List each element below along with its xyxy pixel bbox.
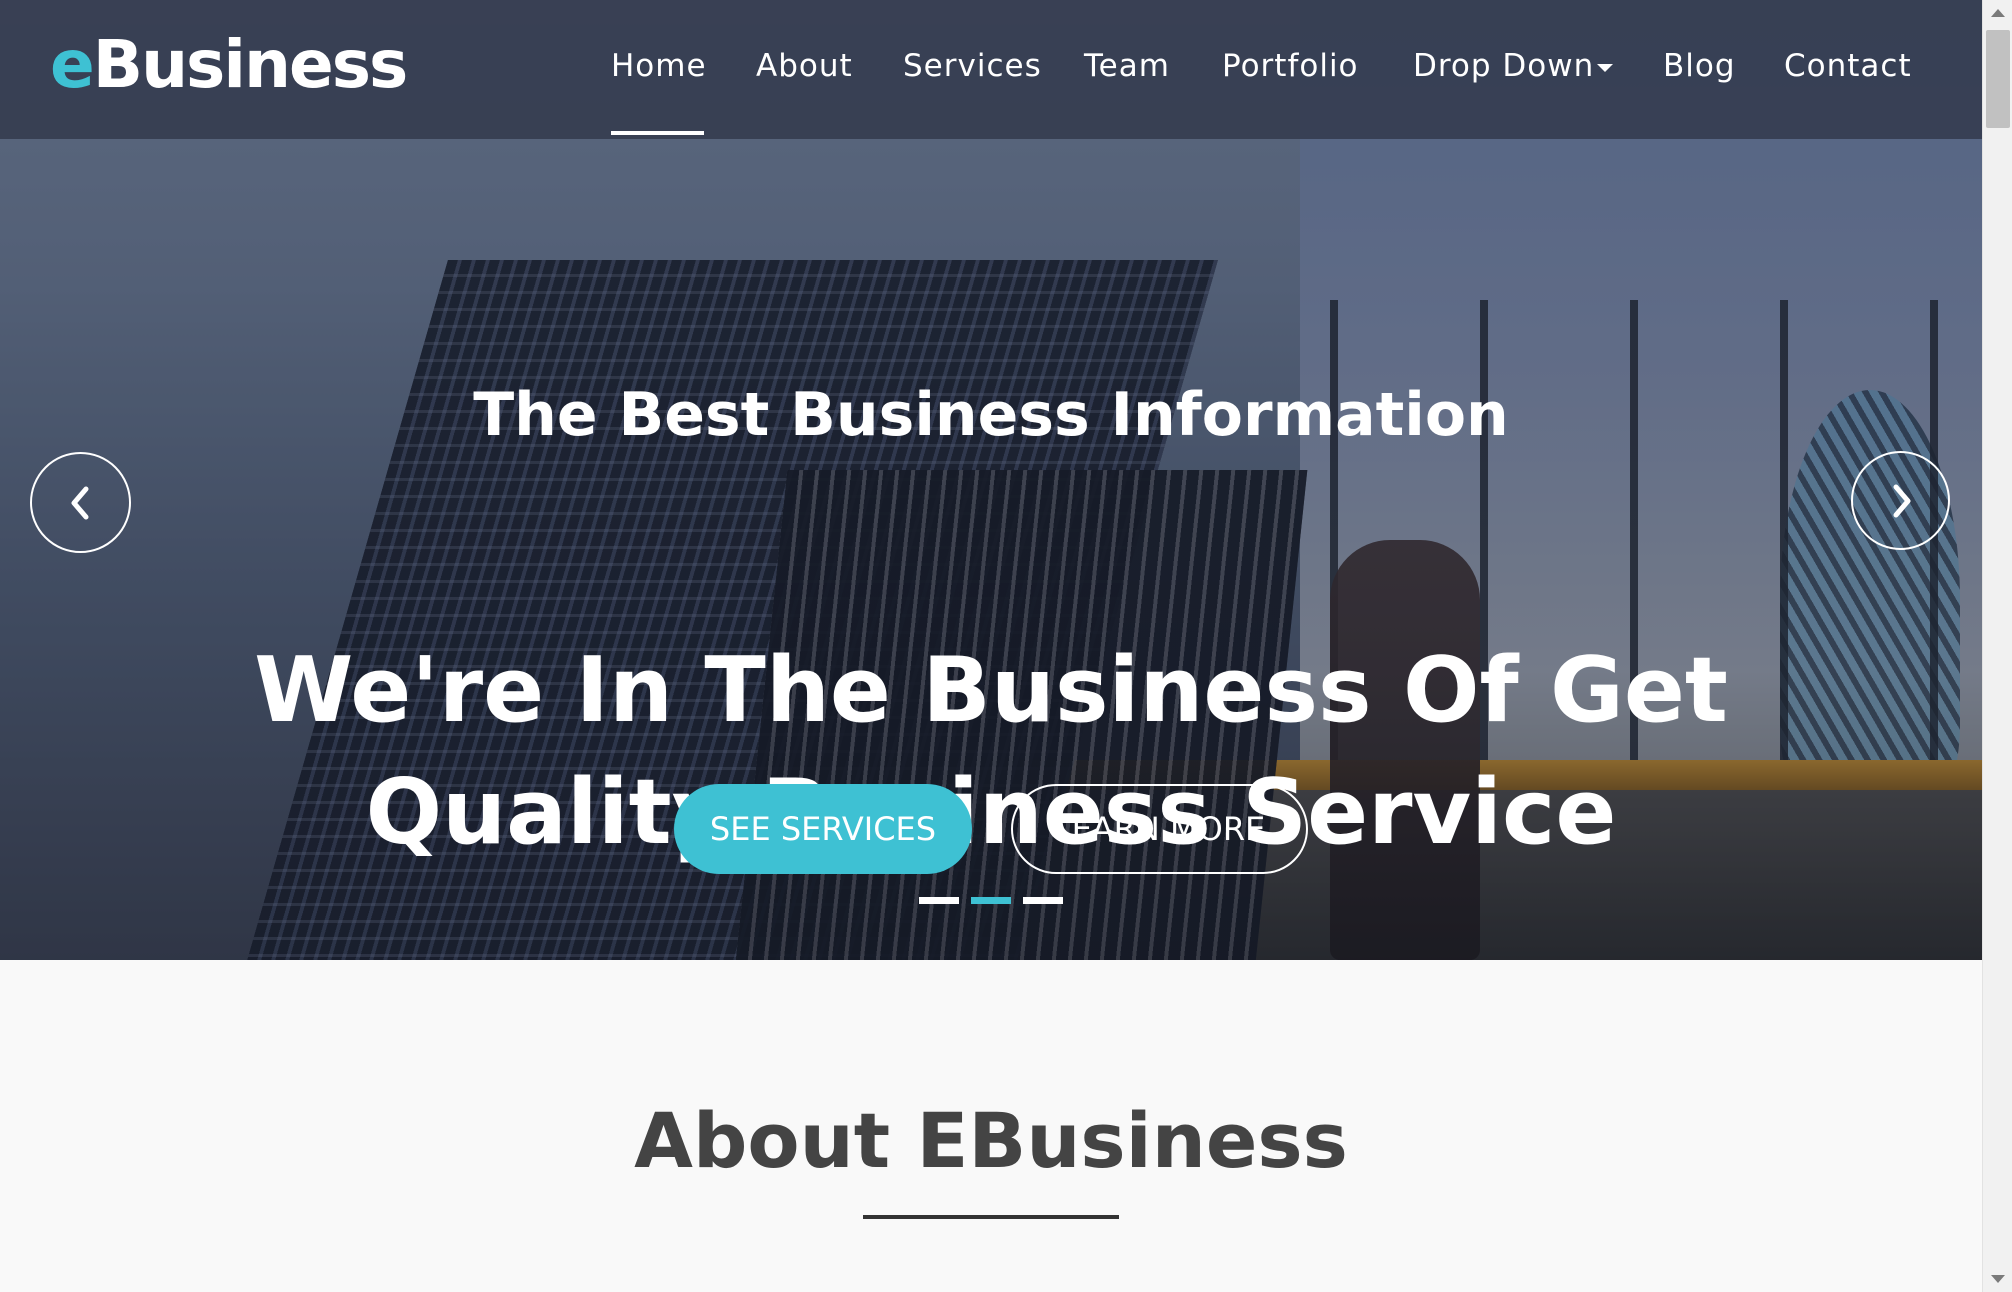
nav-blog[interactable]: Blog <box>1663 48 1736 84</box>
nav-drop-down[interactable]: Drop Down <box>1413 48 1614 84</box>
slider-prev-button[interactable] <box>30 452 131 553</box>
chevron-left-icon <box>71 486 88 519</box>
nav-about[interactable]: About <box>756 48 853 84</box>
scrollbar-thumb[interactable] <box>1986 30 2010 128</box>
scroll-down-arrow-icon[interactable] <box>1991 1275 2005 1283</box>
nav-contact[interactable]: Contact <box>1784 48 1912 84</box>
slide-indicator-1[interactable] <box>919 897 959 904</box>
caret-down-icon <box>1597 63 1614 72</box>
brand-logo-text: Business <box>92 26 409 103</box>
nav-home[interactable]: Home <box>611 48 707 84</box>
nav-drop-down-label: Drop Down <box>1413 48 1595 84</box>
vertical-scrollbar[interactable] <box>1982 0 2012 1292</box>
hero-slider: The Best Business Information LEARN MORE… <box>0 0 1982 960</box>
nav-services[interactable]: Services <box>903 48 1042 84</box>
navbar: eBusiness Home About Services Team Portf… <box>0 0 1982 139</box>
scroll-up-arrow-icon[interactable] <box>1991 9 2005 17</box>
see-services-button[interactable]: SEE SERVICES <box>674 784 972 874</box>
slider-indicators <box>919 897 1063 904</box>
page-viewport: The Best Business Information LEARN MORE… <box>0 0 1982 1292</box>
brand-logo[interactable]: eBusiness <box>50 26 409 103</box>
chevron-right-icon <box>1893 484 1910 517</box>
brand-logo-accent: e <box>50 26 95 103</box>
nav-team[interactable]: Team <box>1084 48 1170 84</box>
about-title: About EBusiness <box>634 1096 1348 1185</box>
nav-portfolio[interactable]: Portfolio <box>1222 48 1359 84</box>
slide-title: We're In The Business Of Get Quality Bus… <box>254 638 1728 865</box>
nav-active-underline <box>611 131 704 135</box>
about-title-underline <box>863 1215 1119 1219</box>
slide-indicator-2[interactable] <box>971 897 1011 904</box>
slider-next-button[interactable] <box>1851 451 1950 550</box>
slide-kicker: The Best Business Information <box>473 380 1509 450</box>
slide-indicator-3[interactable] <box>1023 897 1063 904</box>
